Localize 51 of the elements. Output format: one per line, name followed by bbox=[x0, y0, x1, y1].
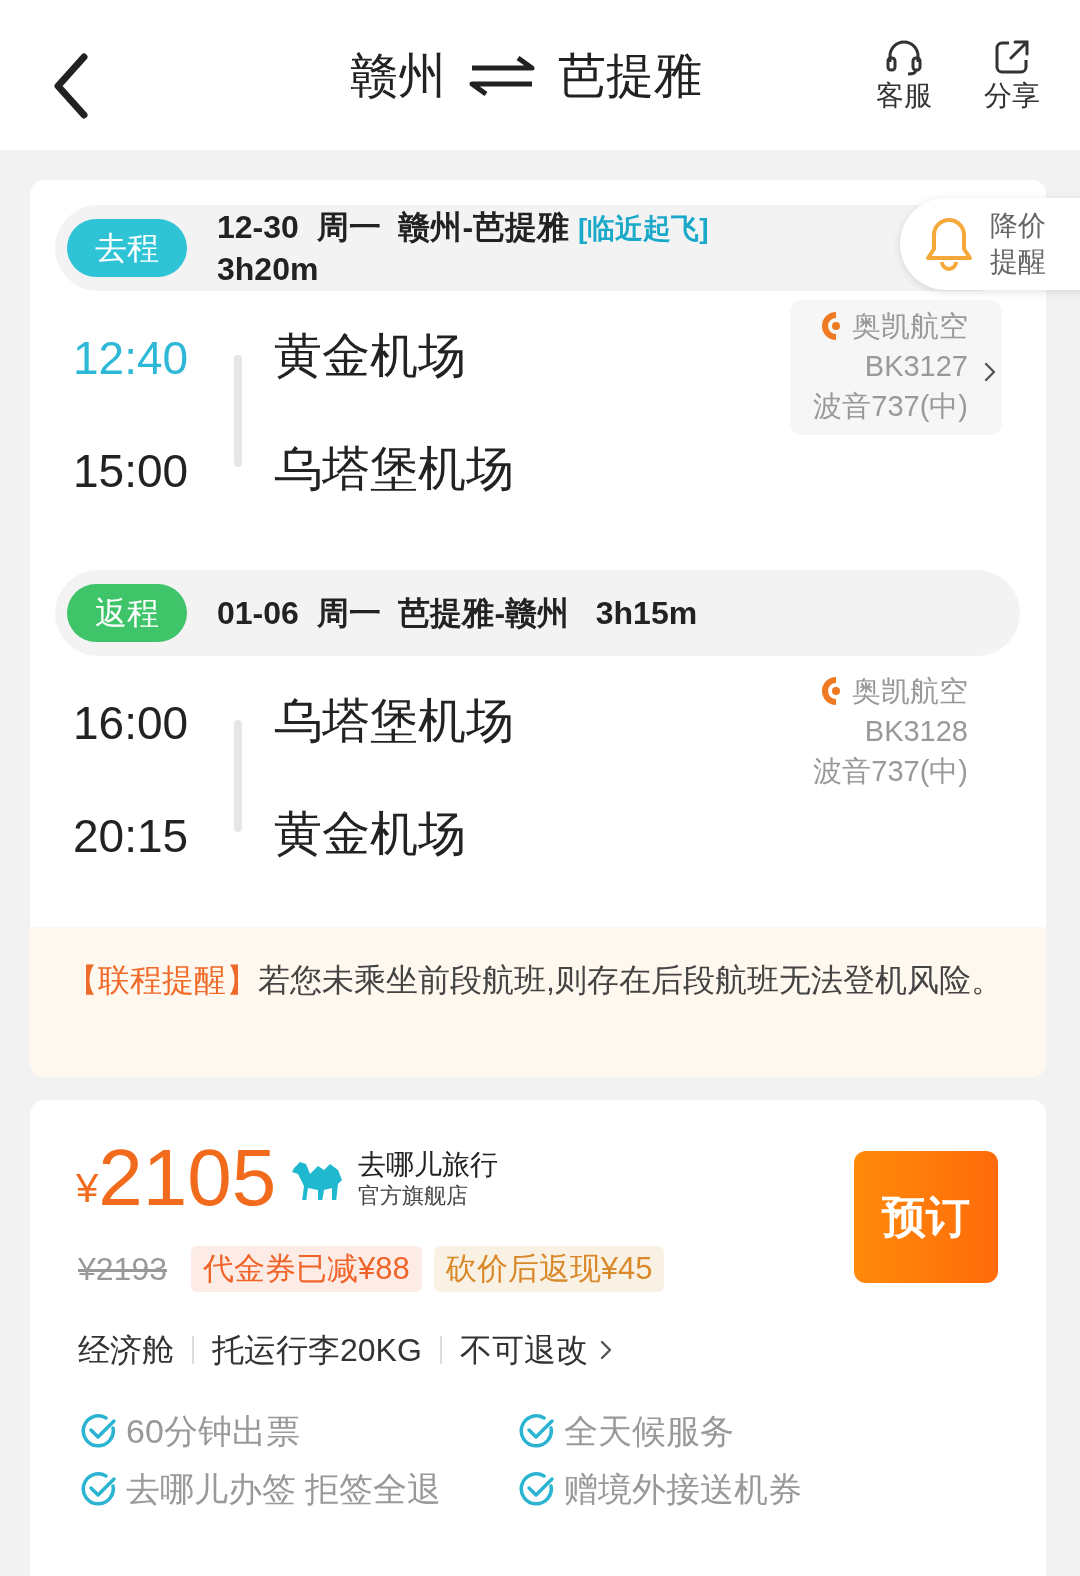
check-circle-icon bbox=[518, 1470, 556, 1508]
seller-subtitle: 官方旗舰店 bbox=[358, 1182, 469, 1210]
headset-icon bbox=[884, 38, 924, 76]
guarantee-text: 60分钟出票 bbox=[126, 1412, 300, 1450]
leg-summary: 12-30 周一 赣州-芭提雅 bbox=[217, 209, 570, 245]
fare-term: 托运行李20KG bbox=[212, 1331, 422, 1370]
airport-name: 黄金机场 bbox=[274, 332, 466, 380]
guarantee-text: 赠境外接送机券 bbox=[564, 1470, 802, 1508]
original-price: ¥2193 bbox=[78, 1250, 167, 1289]
price-alert-button[interactable]: 降价 提醒 bbox=[900, 198, 1080, 290]
seller-name: 去哪儿旅行 bbox=[358, 1148, 498, 1182]
guarantee-text: 去哪儿办签 拒签全退 bbox=[126, 1470, 442, 1508]
aircraft-type: 波音737(中) bbox=[813, 389, 968, 424]
connection-notice: 【联程提醒】若您未乘坐前段航班,则存在后段航班无法登机风险。 bbox=[30, 927, 1046, 1077]
flight-duration: 3h15m bbox=[594, 595, 698, 631]
airline-name: 奥凯航空 bbox=[852, 674, 968, 709]
discount-tag: 砍价后返现¥45 bbox=[433, 1246, 665, 1292]
aircraft-type: 波音737(中) bbox=[813, 754, 968, 789]
departure-time: 12:40 bbox=[73, 335, 189, 381]
fare-term: 经济舱 bbox=[78, 1331, 174, 1370]
price-amount: 2105 bbox=[98, 1138, 277, 1218]
tag-label: [临近起飞] bbox=[577, 213, 709, 244]
customer-service-button[interactable]: 客服 bbox=[876, 38, 932, 110]
arrival-time: 20:15 bbox=[73, 813, 189, 859]
airport-name: 黄金机场 bbox=[274, 810, 466, 858]
arrival-time: 15:00 bbox=[73, 448, 189, 494]
flight-number: BK3128 bbox=[864, 714, 968, 749]
guarantee-text: 全天候服务 bbox=[564, 1412, 734, 1450]
airport-name: 乌塔堡机场 bbox=[274, 697, 514, 745]
check-circle-icon bbox=[518, 1412, 556, 1450]
share-icon bbox=[993, 38, 1031, 76]
leg-summary: 01-06 周一 芭提雅-赣州 bbox=[217, 595, 570, 631]
chevron-right-icon bbox=[984, 362, 996, 382]
refund-policy-link[interactable]: 不可退改 bbox=[459, 1326, 612, 1374]
price-alert-label: 降价 bbox=[990, 209, 1046, 243]
check-circle-icon bbox=[80, 1412, 118, 1450]
airport-name: 乌塔堡机场 bbox=[274, 445, 514, 493]
share-button[interactable]: 分享 bbox=[984, 38, 1040, 110]
price-alert-label: 提醒 bbox=[990, 245, 1046, 279]
airline-name: 奥凯航空 bbox=[852, 309, 968, 344]
flight-number: BK3127 bbox=[864, 349, 968, 384]
discount-tag: 代金券已减¥88 bbox=[191, 1246, 422, 1292]
check-circle-icon bbox=[80, 1470, 118, 1508]
chevron-right-icon bbox=[599, 1339, 612, 1361]
leg-badge: 去程 bbox=[67, 219, 187, 277]
departure-time: 16:00 bbox=[73, 700, 189, 746]
route-title: 赣州 bbox=[350, 52, 446, 100]
leg-badge: 返程 bbox=[67, 584, 187, 642]
flight-duration: 3h20m bbox=[217, 251, 319, 287]
route-title: 芭提雅 bbox=[558, 52, 702, 100]
currency-symbol: ¥ bbox=[76, 1168, 99, 1208]
